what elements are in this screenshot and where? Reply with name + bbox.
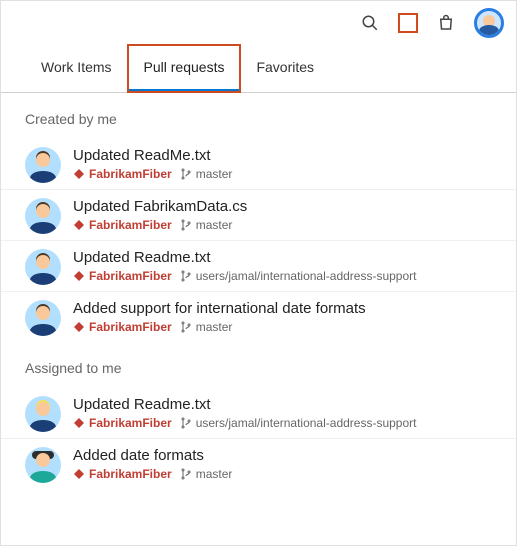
pr-title: Added date formats	[73, 447, 492, 464]
branch-badge: users/jamal/international-address-suppor…	[180, 269, 417, 283]
repo-badge: FabrikamFiber	[73, 167, 172, 181]
author-avatar	[25, 249, 61, 285]
pr-item[interactable]: Updated Readme.txt FabrikamFiber users/j…	[1, 388, 516, 439]
tab-pull-requests[interactable]: Pull requests	[128, 45, 241, 92]
user-avatar[interactable]	[474, 8, 504, 38]
pr-item[interactable]: Updated Readme.txt FabrikamFiber users/j…	[1, 241, 516, 292]
branch-badge: master	[180, 467, 233, 481]
repo-badge: FabrikamFiber	[73, 320, 172, 334]
section-assigned-to-me: Assigned to me Updated Readme.txt Fabrik…	[1, 342, 516, 489]
tab-favorites[interactable]: Favorites	[240, 45, 330, 92]
repo-badge: FabrikamFiber	[73, 467, 172, 481]
pr-item[interactable]: Updated ReadMe.txt FabrikamFiber master	[1, 139, 516, 190]
section-header: Assigned to me	[1, 342, 516, 388]
list-view-icon[interactable]	[398, 13, 418, 33]
pr-title: Updated Readme.txt	[73, 249, 492, 266]
pr-item[interactable]: Updated FabrikamData.cs FabrikamFiber ma…	[1, 190, 516, 241]
section-header: Created by me	[1, 93, 516, 139]
author-avatar	[25, 147, 61, 183]
pr-title: Updated ReadMe.txt	[73, 147, 492, 164]
pr-item[interactable]: Added date formats FabrikamFiber master	[1, 439, 516, 489]
pr-title: Updated Readme.txt	[73, 396, 492, 413]
branch-badge: master	[180, 218, 233, 232]
branch-badge: users/jamal/international-address-suppor…	[180, 416, 417, 430]
tab-bar: Work Items Pull requests Favorites	[1, 45, 516, 93]
pr-title: Added support for international date for…	[73, 300, 492, 317]
repo-badge: FabrikamFiber	[73, 269, 172, 283]
author-avatar	[25, 447, 61, 483]
pr-title: Updated FabrikamData.cs	[73, 198, 492, 215]
section-created-by-me: Created by me Updated ReadMe.txt Fabrika…	[1, 93, 516, 342]
author-avatar	[25, 198, 61, 234]
author-avatar	[25, 300, 61, 336]
branch-badge: master	[180, 320, 233, 334]
tab-work-items[interactable]: Work Items	[25, 45, 128, 92]
top-bar	[1, 1, 516, 45]
shopping-bag-icon[interactable]	[436, 13, 456, 33]
author-avatar	[25, 396, 61, 432]
repo-badge: FabrikamFiber	[73, 416, 172, 430]
repo-badge: FabrikamFiber	[73, 218, 172, 232]
branch-badge: master	[180, 167, 233, 181]
search-icon[interactable]	[360, 13, 380, 33]
pr-item[interactable]: Added support for international date for…	[1, 292, 516, 342]
